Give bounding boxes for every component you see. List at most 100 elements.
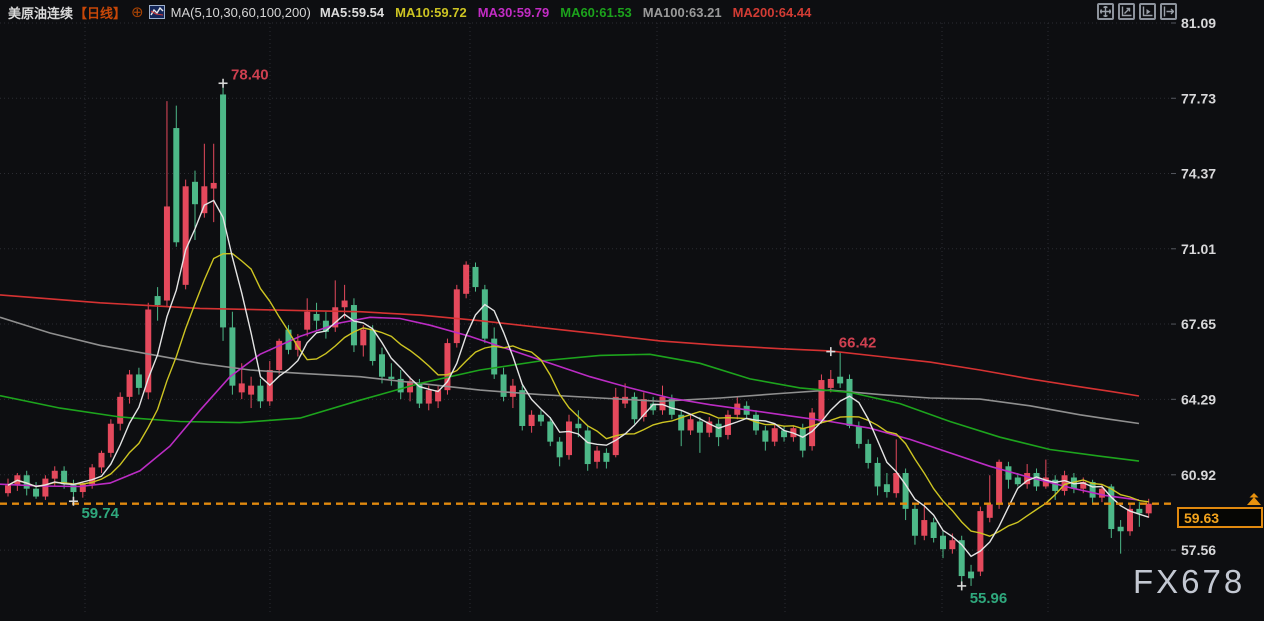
y-axis-label: 74.37 bbox=[1181, 166, 1216, 182]
chart-header: 美原油连续 【日线】 ⊕ MA(5,10,30,60,100,200) MA5:5… bbox=[0, 0, 822, 24]
candle bbox=[1098, 488, 1105, 498]
candle bbox=[360, 329, 367, 346]
axis-play-icon[interactable] bbox=[1139, 3, 1156, 20]
axis-scale-icon[interactable] bbox=[1118, 3, 1135, 20]
candle bbox=[1061, 475, 1068, 491]
y-axis-label: 71.01 bbox=[1181, 241, 1216, 257]
candle bbox=[154, 296, 161, 306]
candle bbox=[192, 181, 198, 205]
candle bbox=[762, 430, 769, 442]
candle bbox=[425, 390, 432, 404]
candle bbox=[968, 571, 975, 579]
candle bbox=[472, 266, 479, 288]
candle bbox=[248, 385, 255, 395]
y-axis-label: 77.73 bbox=[1181, 90, 1216, 106]
candle bbox=[949, 540, 956, 550]
candle bbox=[874, 462, 881, 487]
candle bbox=[1136, 508, 1143, 514]
move-crosshair-icon[interactable] bbox=[1097, 3, 1114, 20]
candle bbox=[463, 264, 470, 294]
candle bbox=[1145, 503, 1152, 514]
candle bbox=[135, 374, 142, 388]
candle bbox=[257, 385, 264, 402]
candle bbox=[687, 419, 694, 431]
chart-toolbar bbox=[1097, 3, 1177, 20]
candle bbox=[5, 485, 11, 494]
candle bbox=[603, 452, 610, 462]
candle bbox=[696, 421, 703, 433]
ma10-value: MA10:59.72 bbox=[395, 4, 467, 20]
candle bbox=[379, 354, 385, 377]
candle bbox=[846, 378, 853, 426]
candle bbox=[575, 423, 582, 429]
annotations: 59.74 78.40 66.42 55.96 bbox=[68, 66, 1008, 607]
chart-type-icon[interactable] bbox=[148, 5, 165, 19]
candle bbox=[33, 488, 40, 497]
candle bbox=[612, 396, 619, 456]
candle bbox=[911, 508, 918, 536]
candle bbox=[453, 289, 460, 344]
ma-parameters-label: MA(5,10,30,60,100,200) bbox=[170, 4, 311, 20]
candle bbox=[865, 443, 872, 463]
candle bbox=[771, 428, 778, 442]
y-axis-label: 57.56 bbox=[1181, 542, 1216, 558]
candle bbox=[594, 450, 601, 462]
candle bbox=[930, 522, 937, 538]
candle bbox=[173, 128, 180, 243]
candle bbox=[220, 94, 227, 328]
candle bbox=[528, 414, 535, 426]
y-axis-label: 60.92 bbox=[1181, 467, 1216, 483]
candle bbox=[210, 182, 217, 189]
gridlines: 81.09 77.73 74.37 71.01 67.65 64.29 60.92 57.56 bbox=[0, 15, 1216, 614]
candle bbox=[659, 396, 666, 411]
candle bbox=[304, 311, 311, 330]
ma200-value: MA200:64.44 bbox=[732, 4, 812, 20]
ma100-value: MA100:63.21 bbox=[642, 4, 722, 20]
candle bbox=[126, 374, 133, 397]
ma60-value: MA60:61.53 bbox=[560, 4, 632, 20]
candle bbox=[509, 385, 516, 397]
candle bbox=[1117, 526, 1124, 532]
candle bbox=[893, 473, 900, 494]
candle bbox=[98, 452, 105, 468]
candle bbox=[827, 378, 834, 388]
candle bbox=[117, 396, 124, 424]
candle bbox=[1014, 477, 1021, 485]
price-annotation: 55.96 bbox=[970, 590, 1008, 607]
candle bbox=[986, 504, 993, 518]
candle bbox=[313, 313, 320, 321]
candle bbox=[883, 484, 890, 493]
ma-line-ma10 bbox=[7, 252, 1149, 537]
candle bbox=[547, 421, 554, 442]
candle bbox=[388, 376, 395, 379]
candle bbox=[70, 484, 77, 493]
candle bbox=[566, 421, 572, 456]
candle bbox=[799, 428, 806, 451]
candle bbox=[855, 425, 862, 444]
symbol-name: 美原油连续 bbox=[8, 5, 74, 21]
candles bbox=[5, 83, 1152, 586]
y-axis-label: 67.65 bbox=[1181, 316, 1216, 332]
candle bbox=[519, 390, 526, 426]
add-compare-icon[interactable]: ⊕ bbox=[131, 3, 144, 21]
pan-right-icon[interactable] bbox=[1160, 3, 1177, 20]
candle bbox=[107, 423, 114, 453]
y-axis-label: 64.29 bbox=[1181, 391, 1216, 407]
candle bbox=[51, 470, 58, 479]
ma30-value: MA30:59.79 bbox=[477, 4, 550, 20]
candle bbox=[537, 414, 544, 422]
chart-app: 81.09 77.73 74.37 71.01 67.65 64.29 60.92 57.56… bbox=[0, 0, 1264, 621]
candle bbox=[837, 376, 844, 384]
ma5-value: MA5:59.54 bbox=[319, 4, 385, 20]
candlestick-chart[interactable]: 81.09 77.73 74.37 71.01 67.65 64.29 60.92 57.56… bbox=[0, 0, 1264, 621]
candle bbox=[481, 289, 488, 339]
price-annotation: 66.42 bbox=[839, 335, 877, 352]
candle bbox=[977, 511, 984, 572]
price-annotation: 78.40 bbox=[231, 66, 269, 83]
candle bbox=[584, 430, 591, 465]
candle bbox=[500, 374, 507, 397]
candle bbox=[238, 383, 245, 393]
candle bbox=[163, 206, 170, 301]
candle bbox=[42, 478, 49, 497]
price-up-arrow-icon bbox=[1246, 493, 1262, 512]
